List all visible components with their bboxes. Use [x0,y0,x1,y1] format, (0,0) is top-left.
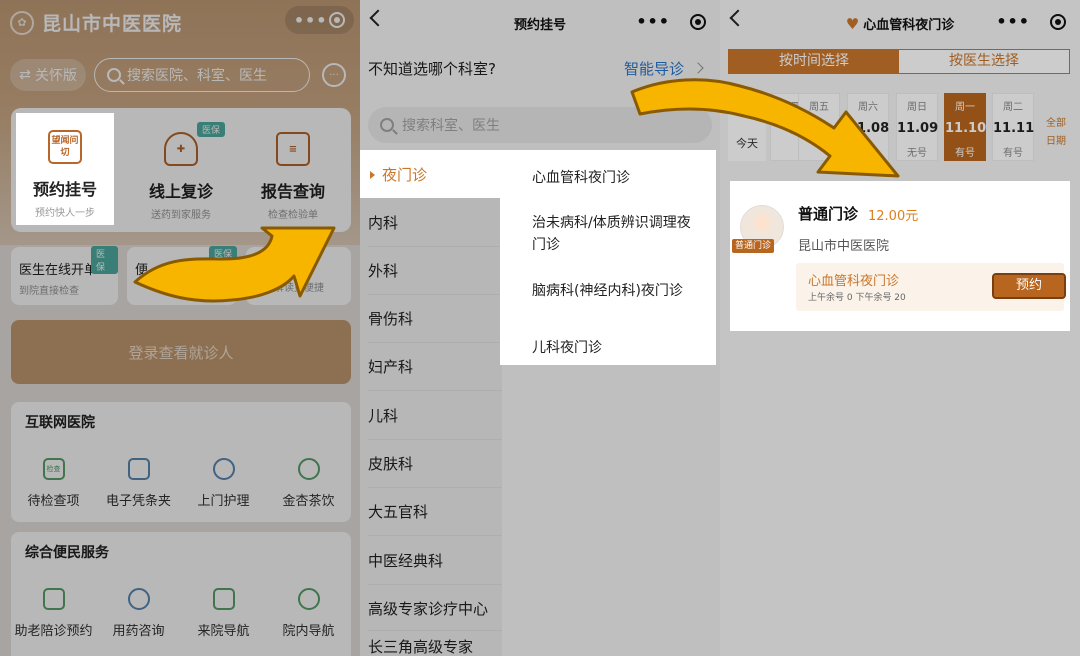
slot-quota: 上午余号 0 下午余号 20 [808,293,906,303]
screenshot-stage: ✿ 昆山市中医医院 ••• ⇄ 关怀版 搜索医院、科室、医生 ··· 望闻问切 … [0,0,1080,656]
sub-department-item[interactable]: 心血管科夜门诊 [532,167,702,189]
highlight-appointment[interactable]: 望闻问切 预约挂号 预约快人一步 [17,114,113,224]
book-button[interactable]: 预约 [992,273,1066,299]
slot-department: 心血管科夜门诊 [808,274,900,289]
schedule-panel: ♥ 心血管科夜门诊 ••• 按时间选择 按医生选择 今天 周四号 周五 周六 11.… [720,0,1080,656]
sub-department-item[interactable]: 儿科夜门诊 [532,337,702,359]
department-item-highlight[interactable]: 夜门诊 [360,150,502,198]
clinic-type: 普通门诊 [798,205,859,223]
appointment-icon: 望闻问切 [48,130,82,164]
department-panel: 预约挂号 ••• 不知道选哪个科室? 智能导诊 搜索科室、医生 夜门诊 内科 外… [360,0,720,656]
dim-overlay [0,0,360,656]
highlight-appointment-sub: 预约快人一步 [35,208,95,219]
department-item-label: 夜门诊 [382,166,428,184]
clinic-price: 12.00元 [868,209,919,224]
avatar-badge: 普通门诊 [732,239,774,253]
home-panel: ✿ 昆山市中医医院 ••• ⇄ 关怀版 搜索医院、科室、医生 ··· 望闻问切 … [0,0,360,656]
sub-department-list: 心血管科夜门诊 治未病科/体质辨识调理夜门诊 脑病科(神经内科)夜门诊 儿科夜门… [500,150,716,365]
highlight-appointment-label: 预约挂号 [32,180,97,199]
clinic-slot: 心血管科夜门诊 上午余号 0 下午余号 20 预约 [796,263,1066,311]
sub-department-item[interactable]: 治未病科/体质辨识调理夜门诊 [532,212,702,256]
clinic-card: 普通门诊 普通门诊 12.00元 昆山市中医医院 心血管科夜门诊 上午余号 0 … [730,181,1070,331]
sub-department-item[interactable]: 脑病科(神经内科)夜门诊 [532,280,702,302]
clinic-hospital: 昆山市中医医院 [798,239,890,254]
